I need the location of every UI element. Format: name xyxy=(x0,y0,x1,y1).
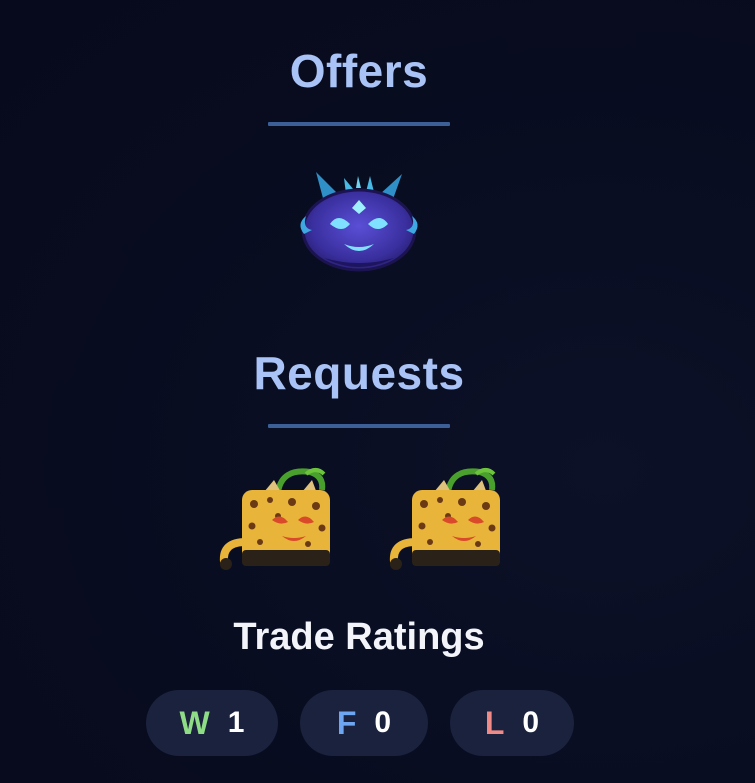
offers-title: Offers xyxy=(289,45,429,97)
rating-win-count: 1 xyxy=(227,706,245,739)
trade-card: Offers Requests Trade Ratings W 1 F 0 L … xyxy=(0,0,755,783)
rating-win-letter: W xyxy=(179,704,210,741)
request-item[interactable] xyxy=(212,462,338,574)
requests-divider xyxy=(268,424,450,428)
requests-title: Requests xyxy=(253,347,465,399)
rating-loss-count: 0 xyxy=(522,706,540,739)
request-item[interactable] xyxy=(382,462,508,574)
leopard-fruit-icon xyxy=(219,468,330,570)
rating-fair-badge: F 0 xyxy=(300,690,428,756)
trade-ratings-title: Trade Ratings xyxy=(233,616,485,658)
rating-loss-letter: L xyxy=(484,704,505,741)
rating-win-badge: W 1 xyxy=(146,690,278,756)
rating-loss-badge: L 0 xyxy=(450,690,574,756)
rating-fair-count: 0 xyxy=(374,706,392,739)
leopard-fruit-icon xyxy=(389,468,500,570)
rating-fair-letter: F xyxy=(336,704,357,741)
offer-item[interactable] xyxy=(294,164,424,276)
shadow-fruit-icon xyxy=(300,172,418,272)
offers-divider xyxy=(268,122,450,126)
